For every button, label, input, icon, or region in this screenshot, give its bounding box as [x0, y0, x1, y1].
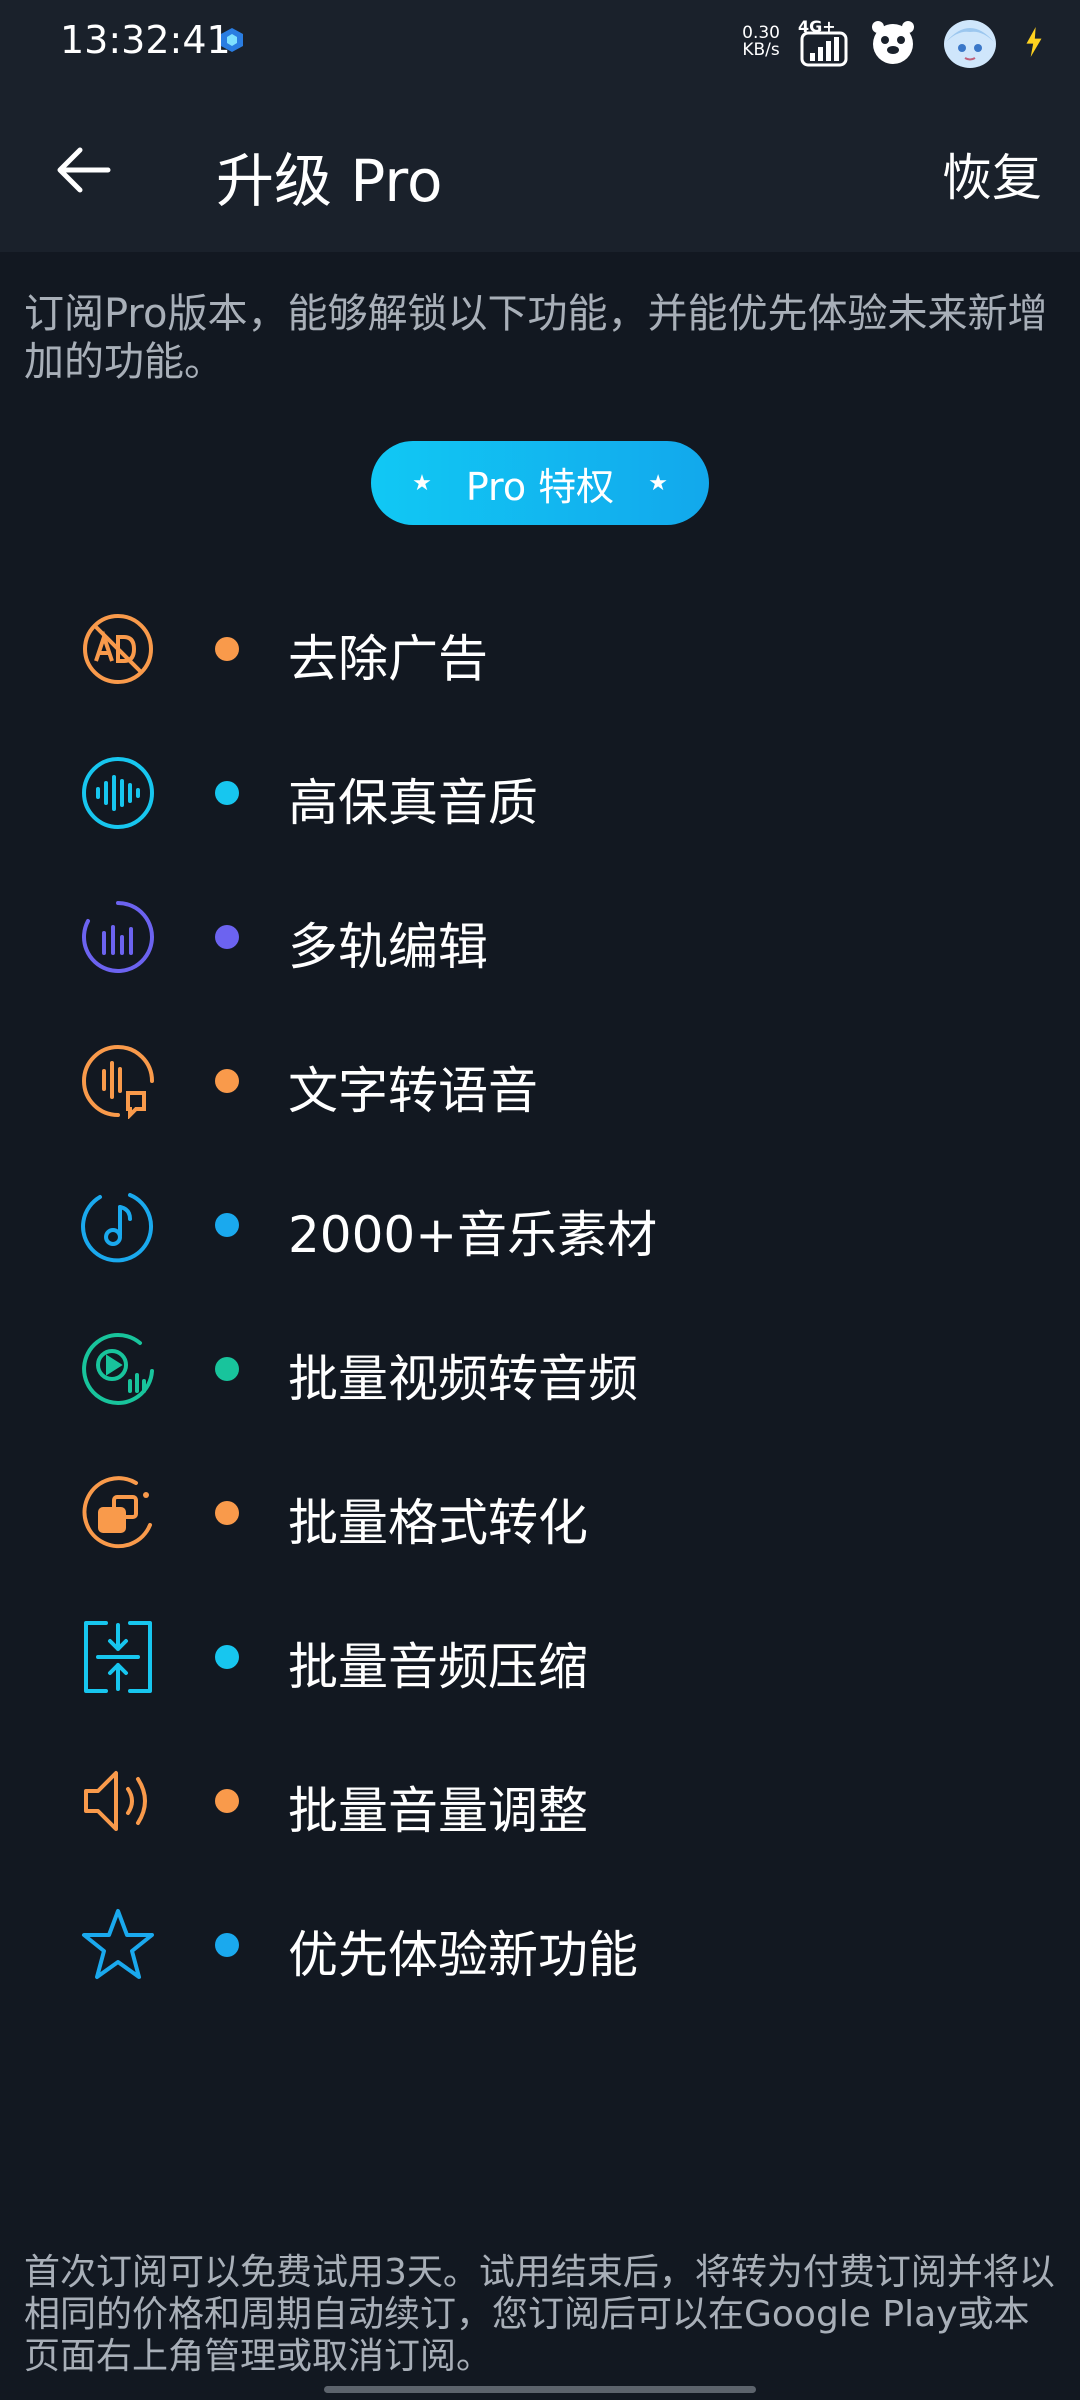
- network-speed: 0.30 KB/s: [742, 25, 780, 59]
- feature-item: 批量视频转音频: [0, 1295, 1080, 1439]
- signal-group: 4G+: [798, 17, 850, 67]
- app-bar: 升级 Pro 恢复: [0, 84, 1080, 252]
- feature-item: 多轨编辑: [0, 863, 1080, 1007]
- video-to-audio-icon: [82, 1332, 154, 1405]
- feature-label: 批量视频转音频: [288, 1350, 638, 1408]
- volume-icon: [84, 1771, 147, 1831]
- arrow-left-icon: [57, 147, 111, 193]
- app-notification-icon: [221, 28, 243, 52]
- bullet-dot: [215, 1645, 239, 1669]
- bullet-dot: [215, 781, 239, 805]
- feature-label: 去除广告: [288, 630, 488, 688]
- compress-icon: [84, 1621, 152, 1693]
- pro-privileges-badge: ★ Pro 特权 ★: [371, 441, 709, 525]
- feature-label: 高保真音质: [288, 774, 538, 832]
- anime-avatar-sticker: [944, 20, 996, 68]
- restore-button[interactable]: 恢复: [942, 138, 1042, 210]
- feature-item: 优先体验新功能: [0, 1871, 1080, 2015]
- status-bar: 13:32:41 0.30 KB/s 4G+: [0, 0, 1080, 84]
- feature-label: 文字转语音: [288, 1062, 538, 1120]
- star-icon: [82, 1909, 154, 1979]
- feature-label: 2000+音乐素材: [288, 1206, 658, 1264]
- feature-label: 多轨编辑: [288, 918, 488, 976]
- back-button[interactable]: [40, 128, 124, 212]
- charging-icon: [1026, 27, 1042, 57]
- music-note-icon: [81, 1193, 153, 1263]
- status-right-group: 0.30 KB/s 4G+: [742, 14, 1044, 70]
- no-ads-icon: [83, 614, 153, 684]
- star-left-icon: ★: [412, 470, 432, 496]
- subscription-terms-text: 首次订阅可以免费试用3天。试用结束后，将转为付费订阅并将以相同的价格和周期自动续…: [24, 2252, 1055, 2377]
- feature-label: 批量音频压缩: [288, 1638, 588, 1696]
- feature-label: 批量音量调整: [288, 1782, 588, 1840]
- feature-item: 高保真音质: [0, 719, 1080, 863]
- bullet-dot: [215, 637, 239, 661]
- feature-item: 批量音频压缩: [0, 1583, 1080, 1727]
- bullet-dot: [215, 925, 239, 949]
- bullet-dot: [215, 1933, 239, 1957]
- bullet-dot: [215, 1501, 239, 1525]
- star-right-icon: ★: [648, 470, 668, 496]
- bullet-dot: [215, 1789, 239, 1813]
- feature-item: 去除广告: [0, 575, 1080, 719]
- pro-badge-label: Pro 特权: [465, 464, 615, 509]
- gesture-nav-handle[interactable]: [324, 2386, 756, 2393]
- feature-item: 2000+音乐素材: [0, 1151, 1080, 1295]
- bullet-dot: [215, 1213, 239, 1237]
- waveform-icon: [82, 757, 154, 829]
- network-speed-unit: KB/s: [742, 40, 780, 60]
- page-title: 升级 Pro: [216, 147, 443, 215]
- feature-label: 优先体验新功能: [288, 1926, 638, 1984]
- bullet-dot: [215, 1069, 239, 1093]
- feature-item: 批量格式转化: [0, 1439, 1080, 1583]
- intro-text: 订阅Pro版本，能够解锁以下功能，并能优先体验未来新增加的功能。: [24, 291, 1048, 385]
- status-time: 13:32:41: [60, 18, 231, 62]
- bullet-dot: [215, 1357, 239, 1381]
- paw-icon: [872, 21, 914, 64]
- format-convert-icon: [82, 1476, 152, 1549]
- feature-item: 批量音量调整: [0, 1727, 1080, 1871]
- signal-icon: [800, 31, 848, 67]
- feature-label: 批量格式转化: [288, 1494, 588, 1552]
- multitrack-icon: [82, 901, 154, 973]
- text-to-speech-icon: [82, 1045, 154, 1119]
- feature-item: 文字转语音: [0, 1007, 1080, 1151]
